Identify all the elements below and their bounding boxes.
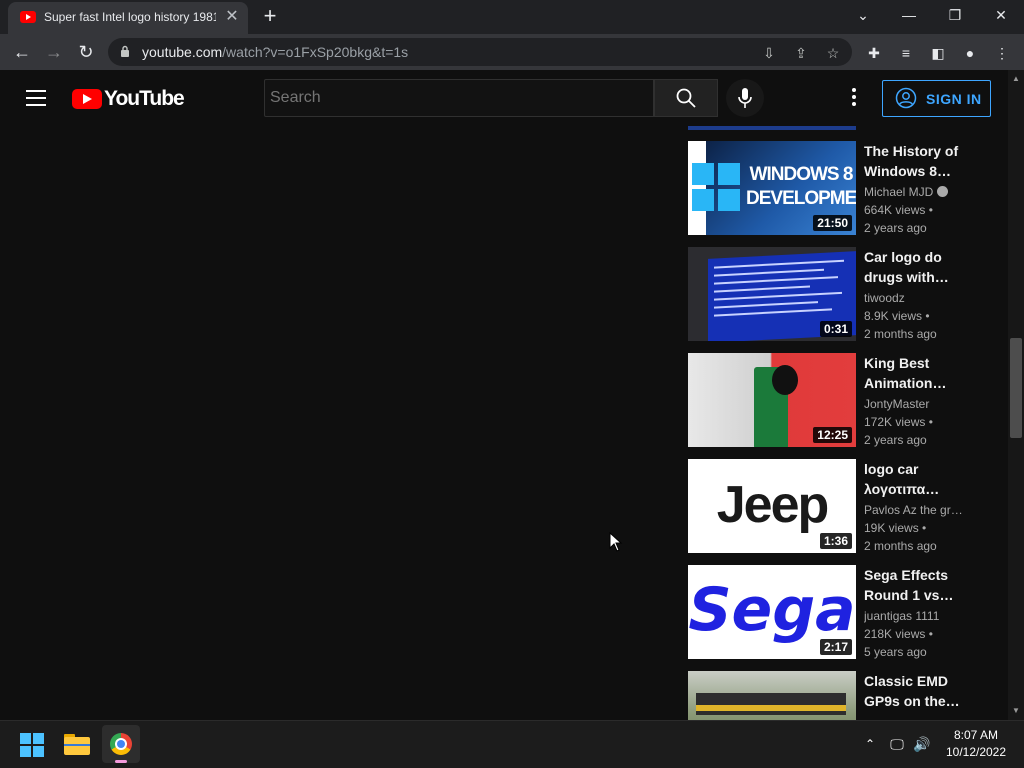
clock-date[interactable]: 10/12/2022 [940, 745, 1012, 759]
lock-icon[interactable] [120, 45, 130, 57]
upload-age: 2 years ago [864, 221, 927, 235]
video-thumbnail[interactable]: Sega 2:17 [688, 565, 856, 659]
windows-logo-icon [692, 163, 742, 213]
video-title[interactable]: The History of Windows 8… [864, 141, 976, 181]
channel-name[interactable]: juantigas 1111 [864, 609, 980, 623]
video-thumbnail[interactable]: Jeep 1:36 [688, 459, 856, 553]
side-panel-icon[interactable]: ◧ [928, 43, 948, 63]
chrome-menu-icon[interactable]: ⋮ [992, 43, 1012, 63]
search-icon [676, 88, 696, 108]
settings-kebab-icon[interactable] [850, 88, 858, 108]
install-app-icon[interactable]: ⇩ [760, 44, 778, 62]
tab-close-icon[interactable]: ✕ [222, 7, 242, 27]
duration-badge: 0:31 [819, 321, 852, 337]
search-button[interactable] [654, 79, 718, 117]
reload-button[interactable]: ↻ [74, 40, 98, 64]
youtube-logo-icon[interactable] [72, 89, 102, 109]
video-title[interactable]: King Best Animation… [864, 353, 976, 393]
view-count: 8.9K views • [864, 309, 930, 323]
upload-age: 2 years ago [864, 433, 927, 447]
profile-avatar-icon[interactable]: ● [960, 43, 980, 63]
video-item[interactable]: Classic EMD GP9s on the… [688, 671, 988, 720]
duration-badge: 21:50 [813, 215, 852, 231]
view-count: 172K views • [864, 415, 933, 429]
bookmark-star-icon[interactable]: ☆ [824, 44, 842, 62]
url-host: youtube.com [142, 44, 223, 60]
view-count: 19K views • [864, 521, 927, 535]
view-count: 218K views • [864, 627, 933, 641]
show-hidden-icons-chevron-icon[interactable]: ⌃ [862, 736, 878, 752]
new-tab-button[interactable]: + [258, 4, 282, 28]
guide-menu-icon[interactable] [26, 90, 46, 106]
channel-name[interactable]: tiwoodz [864, 291, 980, 305]
tab-search-chevron-icon[interactable]: ⌄ [840, 0, 886, 32]
account-circle-icon [895, 87, 917, 109]
extensions-puzzle-icon[interactable]: ✚ [864, 43, 884, 63]
duration-badge: 2:17 [819, 639, 852, 655]
share-icon[interactable]: ⇪ [792, 44, 810, 62]
channel-name-text: Michael MJD [864, 185, 934, 199]
search-input[interactable] [270, 89, 640, 107]
channel-name[interactable]: Michael MJD [864, 185, 980, 199]
restore-button[interactable]: ❐ [932, 0, 978, 32]
video-item[interactable]: Jeep 1:36 logo car λογοτιπα… Pavlos Az t… [688, 459, 988, 553]
thumbnail-text: Jeep [716, 476, 830, 534]
view-count: 664K views • [864, 203, 933, 217]
network-icon[interactable]: 🖵 [888, 736, 906, 752]
forward-button[interactable]: → [42, 40, 66, 64]
verified-check-icon [937, 186, 949, 197]
volume-icon[interactable]: 🔊 [912, 736, 932, 752]
voice-search-button[interactable] [726, 79, 764, 117]
video-item[interactable]: 0:31 Car logo do drugs with… tiwoodz 8.9… [688, 247, 988, 341]
sign-in-label: SIGN IN [926, 91, 982, 107]
video-item[interactable]: Sega 2:17 Sega Effects Round 1 vs… juant… [688, 565, 988, 659]
previous-video-thumbnail-edge[interactable] [688, 126, 856, 130]
back-button[interactable]: ← [10, 40, 34, 64]
scrollbar-thumb[interactable] [1010, 338, 1022, 438]
video-title[interactable]: Sega Effects Round 1 vs… [864, 565, 976, 605]
apple-logo-icon [772, 365, 798, 395]
duration-badge: 12:25 [813, 427, 852, 443]
video-title[interactable]: logo car λογοτιπα… [864, 459, 976, 499]
url-text[interactable]: youtube.com/watch?v=o1FxSp20bkg&t=1s [142, 44, 408, 60]
channel-name[interactable]: Pavlos Az the gr… [864, 503, 980, 517]
youtube-favicon-icon [20, 11, 36, 23]
clock-time[interactable]: 8:07 AM [944, 728, 1008, 742]
upload-age: 2 months ago [864, 539, 937, 553]
chrome-icon [110, 733, 132, 755]
chrome-taskbar-button[interactable] [102, 725, 140, 763]
file-explorer-icon[interactable] [64, 734, 90, 755]
microphone-icon [738, 88, 752, 108]
video-thumbnail[interactable]: 0:31 [688, 247, 856, 341]
video-thumbnail[interactable]: 12:25 [688, 353, 856, 447]
scroll-up-arrow-icon[interactable]: ▲ [1008, 72, 1024, 86]
video-item[interactable]: 12:25 King Best Animation… JontyMaster 1… [688, 353, 988, 447]
active-app-indicator [115, 760, 127, 763]
channel-name[interactable]: JontyMaster [864, 397, 980, 411]
tab-title: Super fast Intel logo history 1981-2022 [44, 10, 216, 24]
close-window-button[interactable]: ✕ [978, 0, 1024, 32]
minimize-button[interactable]: — [886, 0, 932, 32]
url-path: /watch?v=o1FxSp20bkg&t=1s [222, 44, 409, 60]
duration-badge: 1:36 [819, 533, 852, 549]
scroll-down-arrow-icon[interactable]: ▼ [1008, 704, 1024, 718]
youtube-wordmark[interactable]: YouTube [104, 87, 185, 111]
thumbnail-text: Sega [688, 575, 856, 645]
video-thumbnail[interactable]: WINDOWS 8 DEVELOPMENT 21:50 [688, 141, 856, 235]
browser-tab[interactable]: Super fast Intel logo history 1981-2022 … [8, 2, 248, 34]
mouse-cursor-icon [609, 532, 623, 552]
upload-age: 2 months ago [864, 327, 937, 341]
video-title[interactable]: Car logo do drugs with… [864, 247, 976, 287]
upload-age: 5 years ago [864, 645, 927, 659]
locomotive-image [696, 693, 846, 715]
video-item[interactable]: WINDOWS 8 DEVELOPMENT 21:50 The History … [688, 141, 988, 235]
video-title[interactable]: Classic EMD GP9s on the… [864, 671, 976, 711]
media-queue-icon[interactable]: ≡ [896, 43, 916, 63]
video-thumbnail[interactable] [688, 671, 856, 720]
windows-start-icon[interactable] [20, 733, 44, 757]
thumbnail-text: WINDOWS 8 DEVELOPMENT [746, 164, 856, 209]
